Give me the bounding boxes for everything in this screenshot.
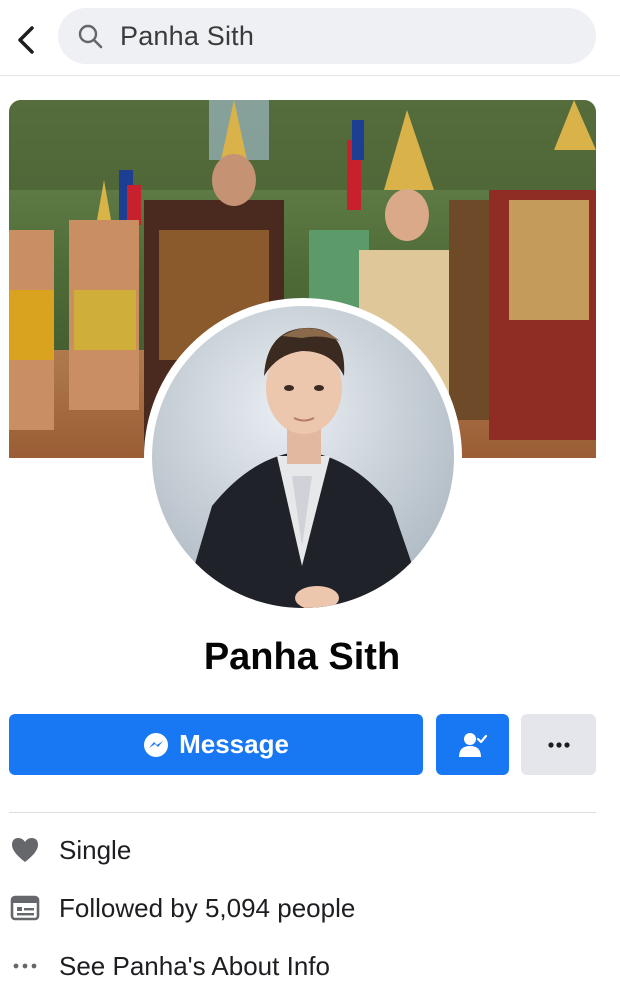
followers-text: Followed by 5,094 people — [59, 892, 356, 923]
messenger-icon — [144, 732, 169, 757]
top-bar: Panha Sith — [0, 0, 620, 76]
more-options-button[interactable] — [521, 714, 596, 775]
message-button-label: Message — [179, 729, 289, 759]
heart-icon — [9, 834, 41, 866]
info-relationship: Single — [9, 828, 596, 872]
profile-picture-frame — [144, 298, 462, 616]
friends-check-icon — [458, 732, 487, 757]
profile-name: Panha Sith — [203, 636, 401, 678]
see-about-info-link[interactable]: See Panha's About Info — [9, 944, 596, 988]
search-icon — [78, 24, 103, 49]
avatar[interactable] — [152, 306, 454, 608]
more-dots-icon — [9, 950, 41, 982]
message-button[interactable]: Message — [9, 714, 423, 775]
info-followers: Followed by 5,094 people — [9, 886, 596, 930]
divider — [9, 812, 596, 813]
search-input[interactable]: Panha Sith — [58, 8, 596, 64]
chevron-left-icon — [18, 26, 34, 54]
about-info-text: See Panha's About Info — [59, 950, 330, 981]
friend-status-button[interactable] — [436, 714, 509, 775]
relationship-text: Single — [59, 834, 132, 865]
back-button[interactable] — [10, 22, 42, 58]
more-dots-icon — [547, 741, 570, 748]
search-query: Panha Sith — [120, 21, 255, 51]
followers-icon — [9, 892, 41, 924]
